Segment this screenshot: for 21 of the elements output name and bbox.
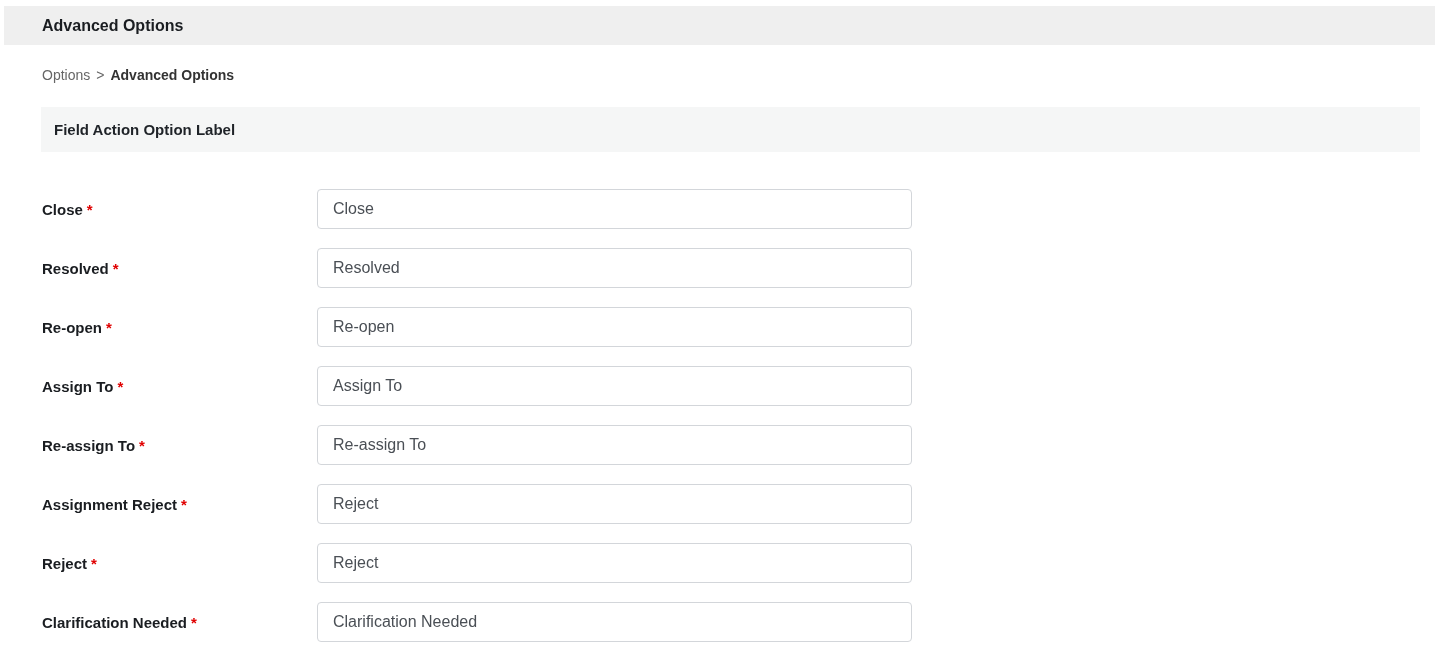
section-title: Field Action Option Label	[54, 121, 236, 138]
text-field[interactable]: Re-assign To	[317, 425, 912, 465]
text-field[interactable]: Re-open	[317, 307, 912, 347]
field-label: Re-open *	[42, 318, 113, 336]
text-field[interactable]: Close	[317, 189, 912, 229]
field-label: Reject *	[42, 554, 98, 572]
text-field[interactable]: Clarification Needed	[317, 602, 912, 642]
field-label: Resolved *	[42, 259, 120, 277]
breadcrumb-separator: >	[96, 67, 105, 83]
text-field[interactable]: Resolved	[317, 248, 912, 288]
text-field[interactable]: Reject	[317, 543, 912, 583]
field-label: Re-assign To *	[42, 436, 146, 454]
breadcrumb-current: Advanced Options	[110, 67, 235, 83]
field-label: Clarification Needed *	[42, 613, 198, 631]
field-label: Assignment Reject *	[42, 495, 188, 513]
field-label: Close *	[42, 200, 94, 218]
page-title: Advanced Options	[42, 16, 184, 35]
text-field[interactable]: Assign To	[317, 366, 912, 406]
field-label: Assign To *	[42, 377, 125, 395]
breadcrumb-link[interactable]: Options	[42, 67, 91, 83]
text-field[interactable]: Reject	[317, 484, 912, 524]
